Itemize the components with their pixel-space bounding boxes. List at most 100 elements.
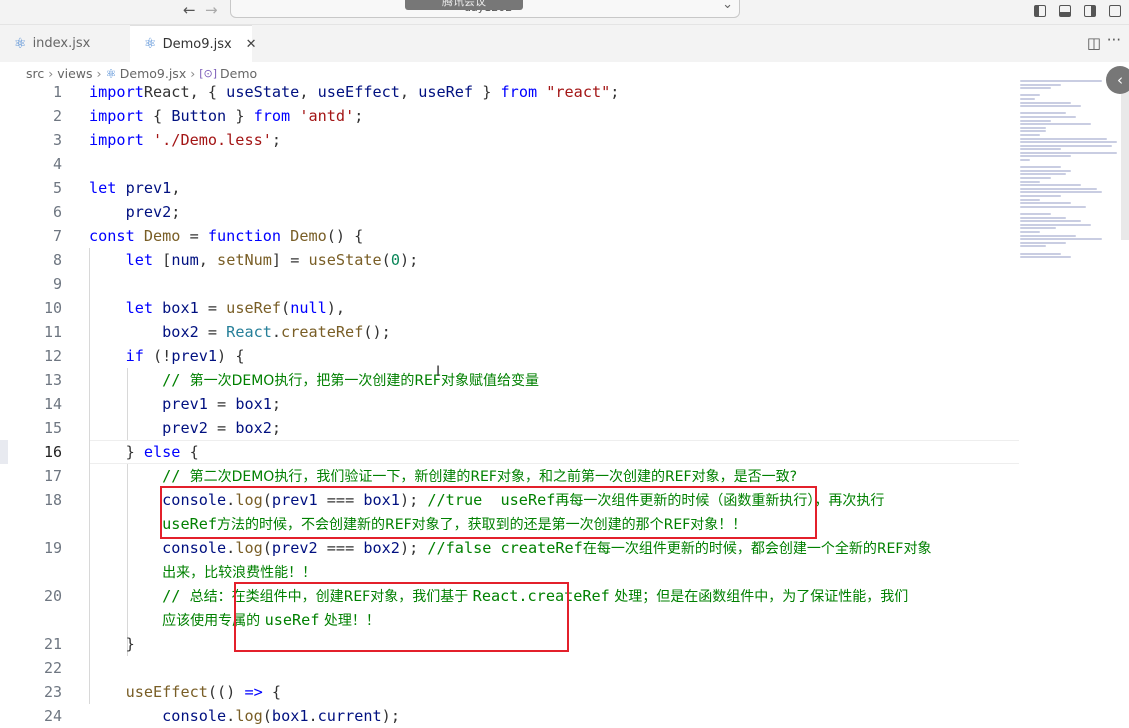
code-token: ; xyxy=(271,419,282,437)
code-token: useEffect xyxy=(125,683,208,701)
chevron-right-icon: › xyxy=(190,65,196,81)
customize-layout-icon[interactable] xyxy=(1109,5,1121,17)
annotation-box xyxy=(234,582,569,652)
code-token: [ xyxy=(153,251,172,269)
code-token: ) { xyxy=(217,347,245,365)
back-arrow-icon[interactable]: ← xyxy=(183,1,196,19)
code-token: ; xyxy=(271,131,282,149)
code-line: import { Button } from 'antd'; xyxy=(89,104,363,128)
breadcrumb-item[interactable]: src xyxy=(26,66,44,81)
breadcrumb-item[interactable]: Demo xyxy=(220,66,257,81)
code-token: box1 xyxy=(271,707,309,725)
code-token: = xyxy=(198,299,227,317)
forward-arrow-icon[interactable]: → xyxy=(205,1,218,19)
code-line: } else { xyxy=(89,440,199,464)
minimap-line xyxy=(1020,155,1071,158)
toggle-primary-sidebar-icon[interactable] xyxy=(1033,5,1046,17)
react-file-icon: ⚛ xyxy=(14,35,27,52)
code-token: . xyxy=(271,323,282,341)
code-token: ); xyxy=(381,707,400,725)
close-icon[interactable]: ✕ xyxy=(246,37,257,52)
code-token: . xyxy=(226,539,236,557)
code-token: = xyxy=(207,419,236,437)
chevron-right-icon: › xyxy=(48,65,54,81)
code-token: const xyxy=(89,227,135,245)
minimap[interactable] xyxy=(1020,80,1122,300)
code-token: useEffect xyxy=(317,83,400,101)
toggle-panel-icon[interactable] xyxy=(1058,5,1071,17)
toggle-secondary-sidebar-icon[interactable] xyxy=(1083,5,1096,17)
split-editor-icon[interactable]: ◫ xyxy=(1087,34,1101,52)
code-token: 'antd' xyxy=(290,107,355,125)
line-number: 2 xyxy=(52,107,62,125)
minimap-line xyxy=(1020,173,1066,176)
code-token: console xyxy=(162,539,227,557)
title-bar: ← → day1202 ⌄ 腾讯会议 xyxy=(0,0,1129,25)
code-token: === xyxy=(317,539,364,557)
minimap-line xyxy=(1020,133,1041,136)
tab-demo9-jsx[interactable]: ⚛ Demo9.jsx ✕ xyxy=(130,25,257,62)
line-number: 11 xyxy=(43,323,62,341)
minimap-line xyxy=(1020,87,1051,90)
code-token: null xyxy=(290,299,327,317)
more-actions-icon[interactable]: ··· xyxy=(1107,31,1121,49)
line-number: 12 xyxy=(43,347,62,365)
code-line: // 第一次DEMO执行，把第一次创建的REF对象赋值给变量 xyxy=(89,368,539,393)
code-token: 第一次DEMO执行，把第一次创建的REF对象赋值给变量 xyxy=(189,373,539,389)
line-number: 15 xyxy=(43,419,62,437)
line-number: 14 xyxy=(43,395,62,413)
line-number: 7 xyxy=(52,227,62,245)
code-token: console xyxy=(162,707,227,725)
react-file-icon: ⚛ xyxy=(105,65,117,81)
code-token: //false createRef xyxy=(427,539,583,557)
code-token: 处理；但是在函数组件中，为了保证性能，我们 xyxy=(609,589,909,605)
code-token: ; xyxy=(271,395,282,413)
minimap-line xyxy=(1020,202,1071,205)
code-line: useEffect(() => { xyxy=(89,680,281,704)
code-line: prev2 = box2; xyxy=(89,416,281,440)
code-line: if (!prev1) { xyxy=(89,344,245,368)
minimap-line xyxy=(1020,137,1107,140)
code-token: prev2 xyxy=(271,539,318,557)
code-token: useRef xyxy=(418,83,474,101)
minimap-line xyxy=(1020,234,1077,237)
code-token: prev1 xyxy=(116,179,172,197)
code-token: box2 xyxy=(235,419,272,437)
line-number: 5 xyxy=(52,179,62,197)
layout-controls xyxy=(1026,2,1121,21)
minimap-line xyxy=(1020,245,1046,248)
code-token: let xyxy=(89,179,117,197)
minimap-line xyxy=(1020,169,1071,172)
vertical-scrollbar[interactable] xyxy=(1121,80,1129,240)
breadcrumb-item[interactable]: Demo9.jsx xyxy=(120,66,186,81)
code-line: prev1 = box1; xyxy=(89,392,281,416)
chevron-down-icon[interactable]: ⌄ xyxy=(722,0,733,12)
code-token: let xyxy=(125,251,154,269)
breadcrumb-item[interactable]: views xyxy=(57,66,92,81)
collapse-arrow-icon[interactable]: ‹ xyxy=(1106,66,1129,94)
line-number: 23 xyxy=(43,683,62,701)
code-token: (); xyxy=(363,323,391,341)
line-number: 17 xyxy=(43,467,62,485)
minimap-line xyxy=(1020,227,1056,230)
code-token: ; xyxy=(610,83,620,101)
line-number: 8 xyxy=(52,251,62,269)
tab-index-jsx[interactable]: ⚛ index.jsx xyxy=(14,25,126,62)
minimap-line xyxy=(1020,166,1061,169)
minimap-line xyxy=(1020,252,1061,255)
minimap-line xyxy=(1020,83,1061,86)
code-token: box2 xyxy=(363,539,400,557)
code-token: current xyxy=(317,707,382,725)
line-number: 24 xyxy=(43,707,62,725)
code-token: // xyxy=(162,587,190,605)
minimap-line xyxy=(1020,216,1066,219)
code-token: (() xyxy=(207,683,245,701)
minimap-line xyxy=(1020,220,1082,223)
code-token: "react" xyxy=(537,83,611,101)
line-number: 1 xyxy=(52,83,62,101)
minimap-line xyxy=(1020,195,1061,197)
minimap-line xyxy=(1020,177,1051,180)
